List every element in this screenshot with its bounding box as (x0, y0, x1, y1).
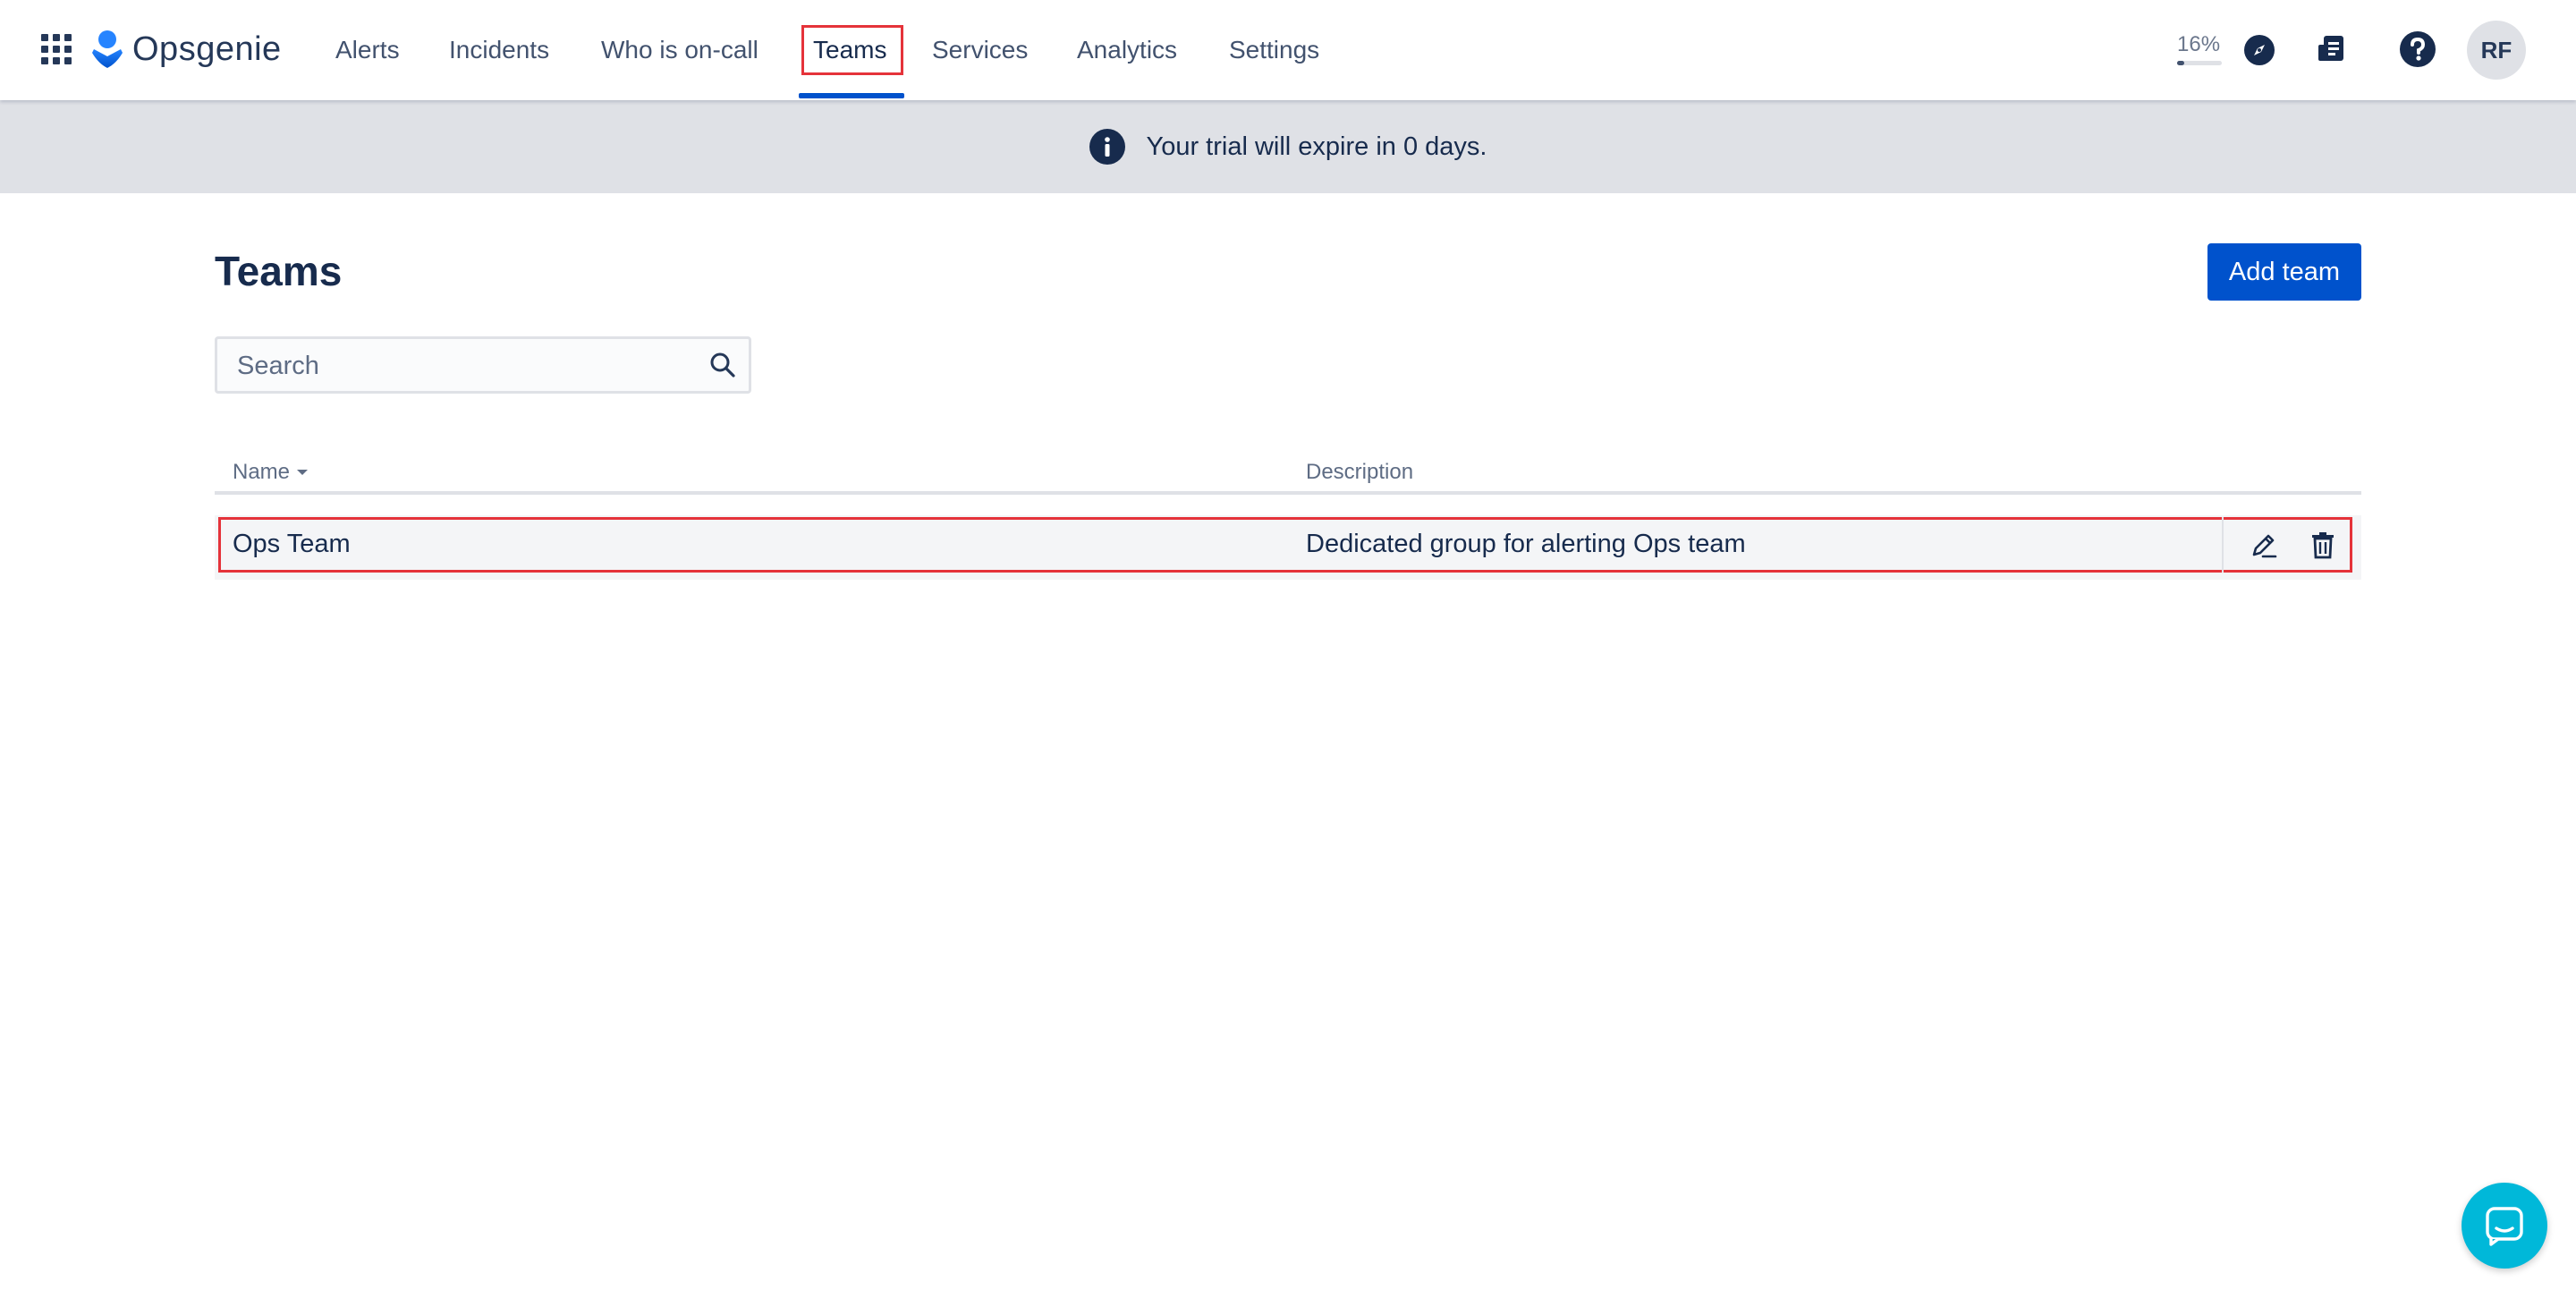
nav-who-is-on-call[interactable]: Who is on-call (601, 32, 758, 68)
nav-analytics[interactable]: Analytics (1077, 32, 1177, 68)
app-switcher-icon[interactable] (41, 34, 72, 64)
table-row[interactable] (215, 515, 2361, 580)
onboarding-progress-fill (2177, 61, 2184, 65)
row-actions-divider (2222, 517, 2224, 573)
nav-incidents[interactable]: Incidents (449, 32, 549, 68)
onboarding-progress-label[interactable]: 16% (2177, 32, 2220, 57)
delete-icon[interactable] (2308, 530, 2338, 560)
app-name: Opsgenie (132, 30, 282, 68)
column-header-name[interactable]: Name (233, 460, 309, 485)
team-name-cell[interactable]: Ops Team (233, 530, 351, 559)
caret-down-icon (297, 470, 309, 475)
search-box[interactable] (215, 336, 751, 394)
avatar[interactable]: RF (2467, 21, 2526, 80)
page-title: Teams (215, 248, 343, 294)
nav-settings[interactable]: Settings (1229, 32, 1319, 68)
chat-icon (2486, 1207, 2523, 1246)
trial-banner: Your trial will expire in 0 days. (0, 100, 2576, 193)
nav-teams-highlight (801, 25, 903, 75)
edit-icon[interactable] (2249, 530, 2279, 560)
opsgenie-logo[interactable]: Opsgenie (91, 27, 282, 72)
chat-widget-button[interactable] (2462, 1183, 2547, 1269)
column-header-description: Description (1306, 460, 1414, 484)
search-input[interactable] (237, 348, 684, 384)
team-description-cell: Dedicated group for alerting Ops team (1306, 530, 1746, 558)
top-navigation: Opsgenie Alerts Incidents Who is on-call… (0, 0, 2576, 100)
nav-alerts[interactable]: Alerts (335, 32, 400, 68)
info-icon (1089, 129, 1125, 165)
opsgenie-logo-icon (92, 30, 123, 68)
nav-services[interactable]: Services (932, 32, 1028, 68)
help-icon[interactable] (2399, 30, 2436, 68)
search-icon[interactable] (709, 352, 736, 378)
trial-banner-text: Your trial will expire in 0 days. (1146, 132, 1487, 161)
whats-new-icon[interactable] (2315, 32, 2349, 66)
onboarding-progress-bar[interactable] (2177, 61, 2222, 65)
column-header-name-label: Name (233, 460, 291, 484)
table-header-divider (215, 491, 2361, 495)
nav-active-indicator (799, 93, 904, 98)
compass-icon[interactable] (2243, 34, 2275, 66)
add-team-button[interactable]: Add team (2207, 243, 2361, 301)
